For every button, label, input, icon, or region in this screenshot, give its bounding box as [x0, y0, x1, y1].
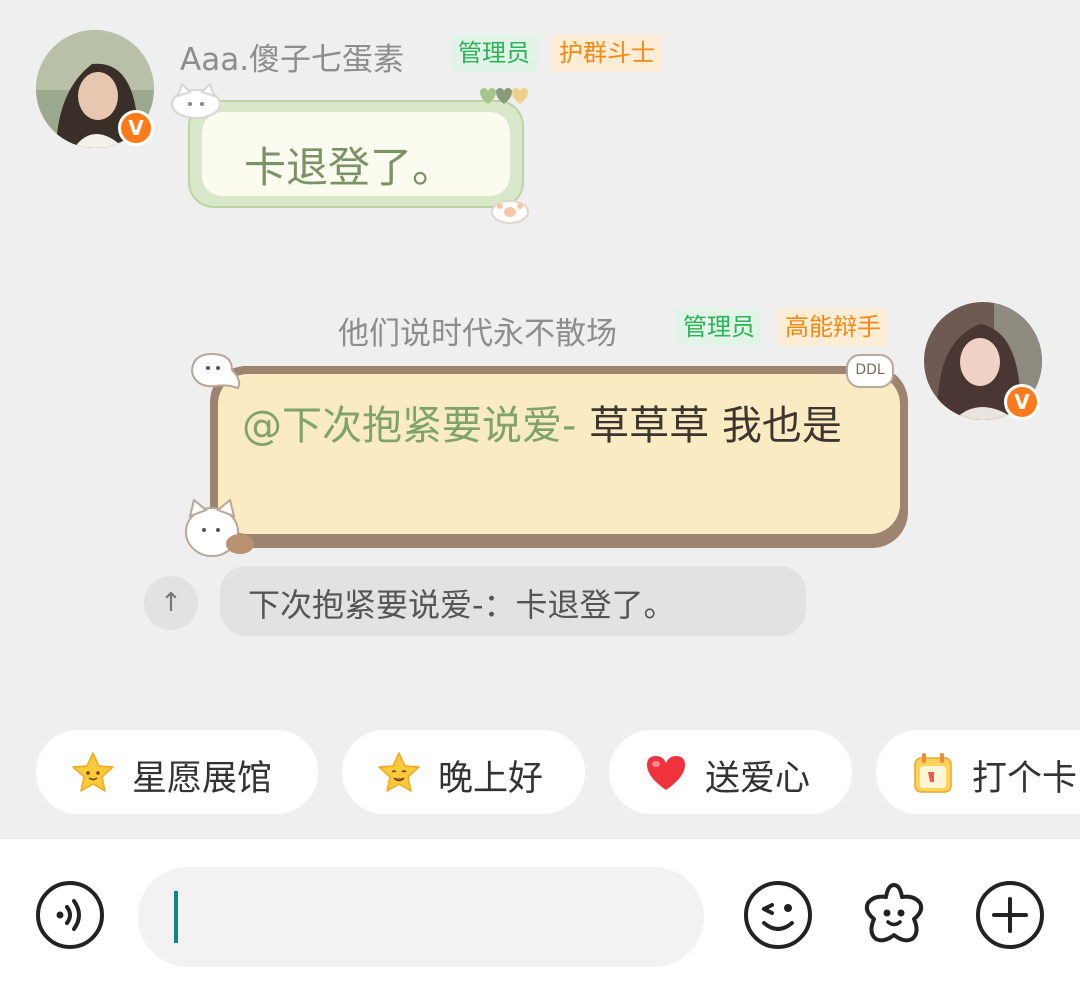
quick-reply-chip[interactable]: 晚上好	[342, 730, 585, 814]
quoted-message[interactable]: 下次抱紧要说爱-：卡退登了。	[220, 566, 806, 636]
message-input[interactable]	[138, 867, 704, 967]
quoted-text: 下次抱紧要说爱-：卡退登了。	[248, 586, 676, 624]
calendar-icon	[914, 753, 952, 793]
verified-badge: V	[1004, 384, 1040, 420]
hearts-decoration-icon	[480, 88, 528, 104]
message-body: 草草草 我也是	[576, 403, 842, 449]
cat-sticker-icon	[185, 498, 254, 557]
message-text: 卡退登了。	[244, 143, 455, 192]
quick-reply-chip[interactable]: 打个卡	[876, 730, 1080, 814]
heart-icon	[647, 756, 685, 790]
input-bar	[0, 838, 1080, 991]
voice-icon[interactable]	[34, 879, 106, 951]
quote-arrow-icon[interactable]: ↑	[144, 576, 198, 630]
chip-label: 星愿展馆	[132, 759, 273, 799]
verified-badge: V	[118, 110, 154, 146]
mention-link[interactable]: @下次抱紧要说爱-	[242, 403, 576, 449]
sender-name[interactable]: 他们说时代永不散场	[338, 308, 617, 353]
quick-reply-chip[interactable]: 送爱心	[609, 730, 852, 814]
emoji-icon[interactable]	[742, 879, 814, 951]
chip-label: 晚上好	[438, 759, 544, 799]
role-tag-title: 高能辩手	[778, 308, 888, 346]
star-smile-icon	[378, 752, 420, 792]
ghost-sticker-icon	[190, 352, 241, 390]
ddl-sticker: DDL	[846, 354, 894, 388]
chip-label: 打个卡	[972, 759, 1078, 799]
quick-reply-chip[interactable]: 星愿展馆	[36, 730, 318, 814]
message-bubble[interactable]: 卡退登了。	[188, 100, 524, 208]
text-caret	[174, 891, 178, 943]
role-tag-admin: 管理员	[676, 308, 762, 346]
star-icon	[72, 752, 114, 792]
role-tag-title: 护群斗士	[552, 34, 662, 72]
paw-decoration-icon	[491, 200, 529, 224]
plus-icon[interactable]	[974, 879, 1046, 951]
role-tag-admin: 管理员	[451, 34, 537, 72]
sticker-star-icon[interactable]	[858, 879, 930, 951]
message-text: @下次抱紧要说爱- 草草草 我也是	[242, 396, 872, 456]
sender-name[interactable]: Aaa.傻子七蛋素	[180, 34, 404, 79]
message-bubble[interactable]: @下次抱紧要说爱- 草草草 我也是	[210, 366, 908, 548]
cat-sticker-icon	[171, 82, 221, 119]
chip-label: 送爱心	[705, 759, 811, 799]
